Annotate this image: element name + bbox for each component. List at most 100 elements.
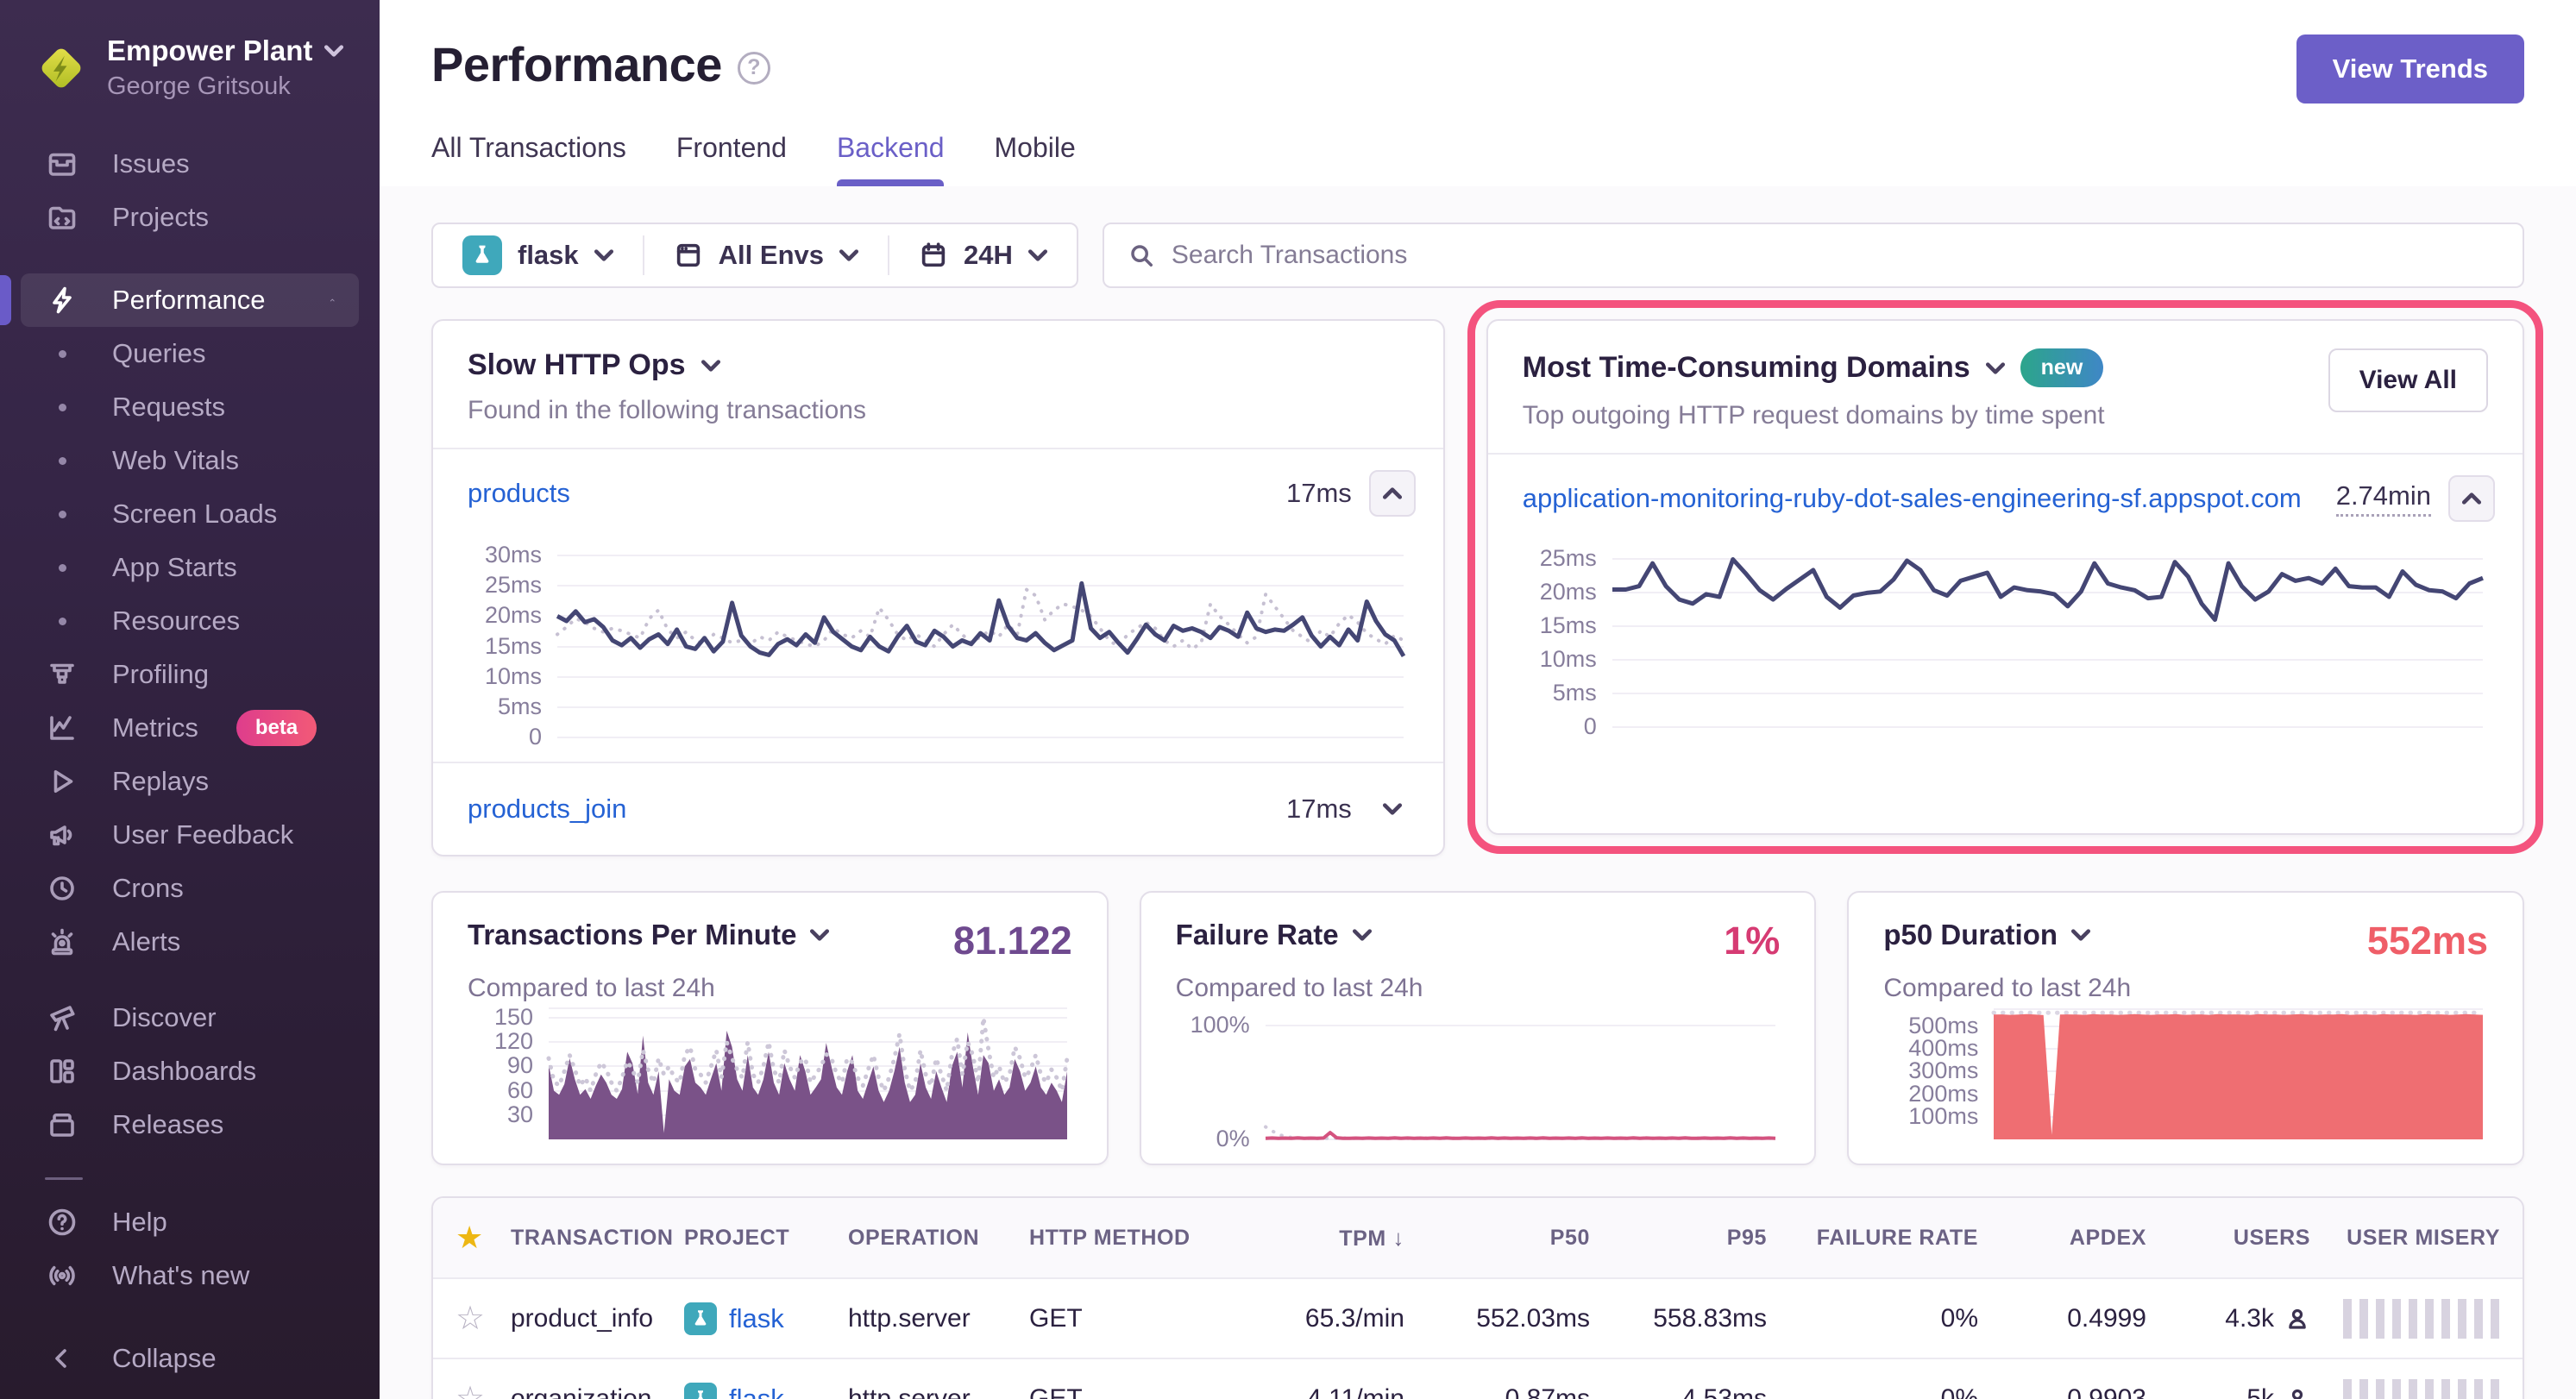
chevron-down-icon — [1028, 249, 1047, 261]
transaction-link[interactable]: organization — [511, 1384, 684, 1399]
sidebar-item-user-feedback[interactable]: User Feedback — [21, 808, 359, 862]
col-p95[interactable]: P95 — [1590, 1226, 1767, 1251]
user-misery-bars — [2343, 1299, 2500, 1339]
search-input[interactable] — [1172, 241, 2498, 270]
domain-duration-chart: 25ms20ms15ms10ms5ms0 — [1514, 543, 2488, 727]
col-transaction[interactable]: TRANSACTION — [511, 1226, 684, 1251]
project-link[interactable]: flask — [729, 1303, 784, 1334]
siren-icon — [45, 925, 79, 959]
sidebar-item-discover[interactable]: Discover — [21, 991, 359, 1045]
col-apdex[interactable]: APDEX — [1978, 1226, 2146, 1251]
slow-http-ops-title[interactable]: Slow HTTP Ops — [468, 348, 686, 382]
slow-http-ops-card: Slow HTTP Ops Found in the following tra… — [431, 319, 1445, 856]
tab-all-transactions[interactable]: All Transactions — [431, 132, 626, 186]
time-spent-value[interactable]: 2.74min — [2336, 480, 2431, 517]
sidebar-item-issues[interactable]: Issues — [21, 137, 359, 191]
tab-frontend[interactable]: Frontend — [676, 132, 787, 186]
sidebar-item-app-starts[interactable]: App Starts — [21, 541, 359, 594]
date-range-filter[interactable]: 24H — [889, 224, 1077, 286]
transaction-link[interactable]: product_info — [511, 1304, 684, 1333]
page-help-icon[interactable]: ? — [738, 52, 770, 85]
p50-cell: 552.03ms — [1404, 1304, 1590, 1333]
user-misery-bars — [2343, 1379, 2500, 1399]
domain-accordion-row: application-monitoring-ruby-dot-sales-en… — [1488, 455, 2523, 530]
chevron-down-icon[interactable] — [810, 929, 829, 941]
failure-rate-title[interactable]: Failure Rate — [1176, 919, 1339, 951]
tpm-cell: 4.11/min — [1245, 1384, 1404, 1399]
sidebar-collapse-button[interactable]: Collapse — [21, 1332, 359, 1385]
sidebar-divider — [45, 1177, 83, 1180]
chevron-down-icon[interactable] — [1353, 929, 1372, 941]
operation-cell: http.server — [848, 1304, 1029, 1333]
col-project[interactable]: PROJECT — [684, 1226, 848, 1251]
collapse-row-button[interactable] — [2448, 475, 2495, 522]
sidebar-item-screen-loads[interactable]: Screen Loads — [21, 487, 359, 541]
domains-title[interactable]: Most Time-Consuming Domains — [1523, 351, 1970, 385]
filter-bar: flask All Envs 24H — [431, 223, 2524, 288]
project-filter[interactable]: flask — [433, 224, 643, 286]
sidebar-item-help[interactable]: Help — [21, 1195, 359, 1249]
col-http-method[interactable]: HTTP METHOD — [1029, 1226, 1245, 1251]
chevron-down-icon[interactable] — [701, 360, 720, 372]
sort-desc-icon: ↓ — [1392, 1225, 1404, 1251]
col-tpm[interactable]: TPM ↓ — [1245, 1225, 1404, 1252]
view-all-button[interactable]: View All — [2328, 348, 2488, 412]
chevron-down-icon[interactable] — [2071, 929, 2090, 941]
highlight-annotation: Most Time-Consuming Domains new Top outg… — [1486, 319, 2524, 835]
sidebar-item-resources[interactable]: Resources — [21, 594, 359, 648]
p50-duration-subtitle: Compared to last 24h — [1883, 974, 2488, 1003]
collapse-chevron-icon — [45, 1341, 79, 1376]
environment-filter[interactable]: All Envs — [644, 224, 888, 286]
tab-backend[interactable]: Backend — [837, 132, 945, 186]
org-name: Empower Plant — [107, 35, 312, 67]
col-operation[interactable]: OPERATION — [848, 1226, 1029, 1251]
sidebar-item-crons[interactable]: Crons — [21, 862, 359, 915]
sidebar-item-requests[interactable]: Requests — [21, 380, 359, 434]
user-icon — [2284, 1305, 2310, 1333]
flask-project-icon — [462, 235, 502, 275]
calendar-icon — [919, 241, 948, 270]
sidebar-item-whats-new[interactable]: What's new — [21, 1249, 359, 1302]
apdex-cell: 0.4999 — [1978, 1304, 2146, 1333]
sidebar-item-performance[interactable]: Performance — [21, 273, 359, 327]
sidebar-item-queries[interactable]: Queries — [21, 327, 359, 380]
sidebar-item-projects[interactable]: Projects — [21, 191, 359, 244]
star-toggle[interactable]: ☆ — [456, 1379, 511, 1399]
sidebar: Empower Plant George Gritsouk Issues Pro… — [0, 0, 380, 1399]
tab-mobile[interactable]: Mobile — [994, 132, 1075, 186]
tpm-subtitle: Compared to last 24h — [468, 974, 1072, 1003]
sidebar-item-dashboards[interactable]: Dashboards — [21, 1045, 359, 1098]
tpm-title[interactable]: Transactions Per Minute — [468, 919, 796, 951]
transaction-link-products-join[interactable]: products_join — [468, 794, 626, 825]
col-failure-rate[interactable]: FAILURE RATE — [1767, 1226, 1978, 1251]
dashboards-icon — [45, 1054, 79, 1088]
col-users[interactable]: USERS — [2146, 1226, 2310, 1251]
star-toggle[interactable]: ☆ — [456, 1299, 511, 1338]
telescope-icon — [45, 1001, 79, 1035]
sidebar-item-alerts[interactable]: Alerts — [21, 915, 359, 969]
col-p50[interactable]: P50 — [1404, 1226, 1590, 1251]
transaction-link-products[interactable]: products — [468, 478, 570, 509]
col-user-misery[interactable]: USER MISERY — [2310, 1226, 2500, 1251]
sidebar-item-web-vitals[interactable]: Web Vitals — [21, 434, 359, 487]
view-trends-button[interactable]: View Trends — [2296, 35, 2524, 104]
chevron-up-icon — [2462, 492, 2481, 505]
failure-rate-card: Failure Rate 1% Compared to last 24h 100… — [1140, 891, 1817, 1165]
search-transactions — [1103, 223, 2524, 288]
project-link[interactable]: flask — [729, 1383, 784, 1399]
p50-duration-title[interactable]: p50 Duration — [1883, 919, 2058, 951]
expand-row-button[interactable] — [1369, 786, 1416, 832]
org-switcher[interactable]: Empower Plant George Gritsouk — [21, 29, 359, 106]
collapse-row-button[interactable] — [1369, 470, 1416, 517]
chevron-down-icon[interactable] — [1986, 362, 2005, 374]
domain-link[interactable]: application-monitoring-ruby-dot-sales-en… — [1523, 483, 2302, 514]
page-filters: flask All Envs 24H — [431, 223, 1078, 288]
page-title: Performance — [431, 36, 722, 92]
sidebar-item-releases[interactable]: Releases — [21, 1098, 359, 1151]
starred-column-icon[interactable]: ★ — [456, 1220, 511, 1256]
sidebar-item-profiling[interactable]: Profiling — [21, 648, 359, 701]
http-method-cell: GET — [1029, 1384, 1245, 1399]
sidebar-item-replays[interactable]: Replays — [21, 755, 359, 808]
sidebar-item-metrics[interactable]: Metrics beta — [21, 701, 359, 755]
search-icon — [1128, 242, 1154, 268]
